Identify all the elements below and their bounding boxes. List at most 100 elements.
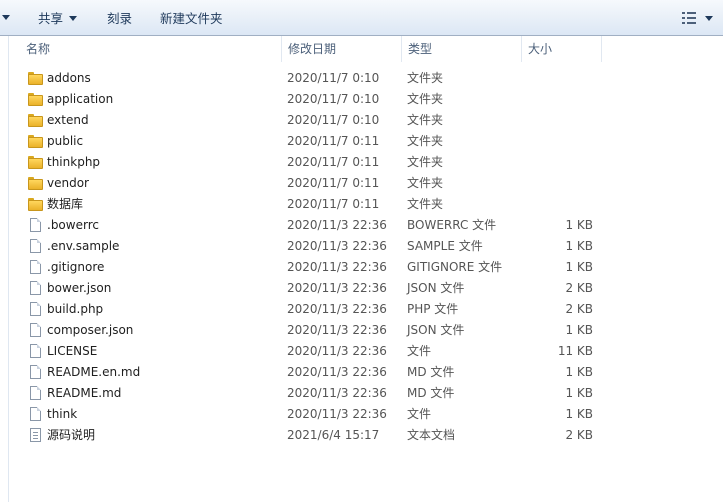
folder-icon (28, 176, 44, 191)
file-row[interactable]: vendor 2020/11/7 0:11 文件夹 (10, 173, 723, 194)
file-icon (28, 260, 44, 275)
file-type: 文件夹 (407, 176, 444, 190)
file-row[interactable]: .env.sample 2020/11/3 22:36 SAMPLE 文件 1 KB (10, 236, 723, 257)
file-size: 1 KB (565, 260, 593, 274)
file-size: 1 KB (565, 239, 593, 253)
file-icon (28, 365, 44, 380)
file-date: 2020/11/7 0:11 (287, 155, 380, 169)
file-name: .env.sample (47, 239, 120, 253)
file-name: think (47, 407, 78, 421)
file-row[interactable]: composer.json 2020/11/3 22:36 JSON 文件 1 KB (10, 320, 723, 341)
file-name: bower.json (47, 281, 112, 295)
burn-button[interactable]: 刻录 (107, 10, 132, 28)
folder-icon (28, 134, 44, 149)
file-row[interactable]: .gitignore 2020/11/3 22:36 GITIGNORE 文件 1 K… (10, 257, 723, 278)
folder-icon (28, 71, 44, 86)
file-name: README.en.md (47, 365, 141, 379)
file-size: 11 KB (557, 344, 593, 358)
file-type: BOWERRC 文件 (407, 218, 497, 232)
file-date: 2020/11/3 22:36 (287, 281, 387, 295)
organize-dropdown-icon[interactable] (2, 15, 10, 20)
file-name: .bowerrc (47, 218, 99, 232)
file-icon (28, 323, 44, 338)
file-row[interactable]: public 2020/11/7 0:11 文件夹 (10, 131, 723, 152)
file-name: vendor (47, 176, 89, 190)
folder-icon (28, 113, 44, 128)
file-date: 2020/11/3 22:36 (287, 218, 387, 232)
file-size: 2 KB (565, 281, 593, 295)
column-date-header[interactable]: 修改日期 (281, 36, 401, 62)
file-type: JSON 文件 (407, 281, 465, 295)
file-date: 2020/11/7 0:10 (287, 71, 380, 85)
file-type: GITIGNORE 文件 (407, 260, 503, 274)
file-type: 文件夹 (407, 134, 444, 148)
file-row[interactable]: 数据库 2020/11/7 0:11 文件夹 (10, 194, 723, 215)
file-row[interactable]: 源码说明 2021/6/4 15:17 文本文档 2 KB (10, 425, 723, 446)
file-size: 1 KB (565, 365, 593, 379)
file-name: public (47, 134, 84, 148)
file-type: 文件 (407, 344, 432, 358)
file-name: 数据库 (47, 197, 84, 211)
folder-icon (28, 155, 44, 170)
file-name: extend (47, 113, 89, 127)
new-folder-button[interactable]: 新建文件夹 (160, 10, 223, 28)
file-row[interactable]: bower.json 2020/11/3 22:36 JSON 文件 2 KB (10, 278, 723, 299)
file-row[interactable]: addons 2020/11/7 0:10 文件夹 (10, 68, 723, 89)
column-type-header[interactable]: 类型 (401, 36, 521, 62)
file-icon (28, 281, 44, 296)
file-name: README.md (47, 386, 122, 400)
file-row[interactable]: think 2020/11/3 22:36 文件 1 KB (10, 404, 723, 425)
file-type: 文件夹 (407, 92, 444, 106)
file-size: 1 KB (565, 386, 593, 400)
file-name: LICENSE (47, 344, 98, 358)
file-type: JSON 文件 (407, 323, 465, 337)
file-name: addons (47, 71, 91, 85)
file-date: 2020/11/3 22:36 (287, 386, 387, 400)
navigation-pane-edge (0, 36, 9, 502)
file-size: 2 KB (565, 428, 593, 442)
file-date: 2020/11/3 22:36 (287, 407, 387, 421)
file-type: 文件夹 (407, 71, 444, 85)
file-row[interactable]: build.php 2020/11/3 22:36 PHP 文件 2 KB (10, 299, 723, 320)
file-date: 2020/11/7 0:11 (287, 134, 380, 148)
column-size-header[interactable]: 大小 (521, 36, 601, 62)
file-row[interactable]: README.md 2020/11/3 22:36 MD 文件 1 KB (10, 383, 723, 404)
file-icon (28, 302, 44, 317)
file-row[interactable]: thinkphp 2020/11/7 0:11 文件夹 (10, 152, 723, 173)
file-date: 2021/6/4 15:17 (287, 428, 380, 442)
file-row[interactable]: extend 2020/11/7 0:10 文件夹 (10, 110, 723, 131)
view-options-icon[interactable] (682, 12, 696, 24)
file-icon (28, 407, 44, 422)
file-size: 1 KB (565, 323, 593, 337)
column-header: 名称 修改日期 类型 大小 (10, 36, 723, 62)
command-bar: 共享 刻录 新建文件夹 (0, 0, 723, 36)
file-type: 文本文档 (407, 428, 456, 442)
folder-icon (28, 92, 44, 107)
chevron-down-icon (69, 16, 78, 21)
file-date: 2020/11/7 0:11 (287, 176, 380, 190)
file-date: 2020/11/3 22:36 (287, 302, 387, 316)
file-type: PHP 文件 (407, 302, 459, 316)
column-divider (601, 36, 602, 62)
file-date: 2020/11/3 22:36 (287, 260, 387, 274)
share-label: 共享 (38, 11, 64, 26)
file-type: 文件夹 (407, 113, 444, 127)
text-document-icon (28, 428, 44, 443)
file-date: 2020/11/3 22:36 (287, 239, 387, 253)
file-date: 2020/11/7 0:10 (287, 92, 380, 106)
column-name-header[interactable]: 名称 (20, 36, 280, 62)
file-type: MD 文件 (407, 365, 455, 379)
file-size: 1 KB (565, 218, 593, 232)
file-name: 源码说明 (47, 428, 96, 442)
file-type: 文件 (407, 407, 432, 421)
file-type: SAMPLE 文件 (407, 239, 483, 253)
file-list: addons 2020/11/7 0:10 文件夹 application 2020/1… (10, 68, 723, 446)
file-type: MD 文件 (407, 386, 455, 400)
file-name: composer.json (47, 323, 134, 337)
file-row[interactable]: README.en.md 2020/11/3 22:36 MD 文件 1 KB (10, 362, 723, 383)
file-row[interactable]: .bowerrc 2020/11/3 22:36 BOWERRC 文件 1 KB (10, 215, 723, 236)
file-row[interactable]: application 2020/11/7 0:10 文件夹 (10, 89, 723, 110)
share-button[interactable]: 共享 (38, 10, 78, 28)
file-row[interactable]: LICENSE 2020/11/3 22:36 文件 11 KB (10, 341, 723, 362)
view-dropdown-icon[interactable] (705, 16, 713, 21)
